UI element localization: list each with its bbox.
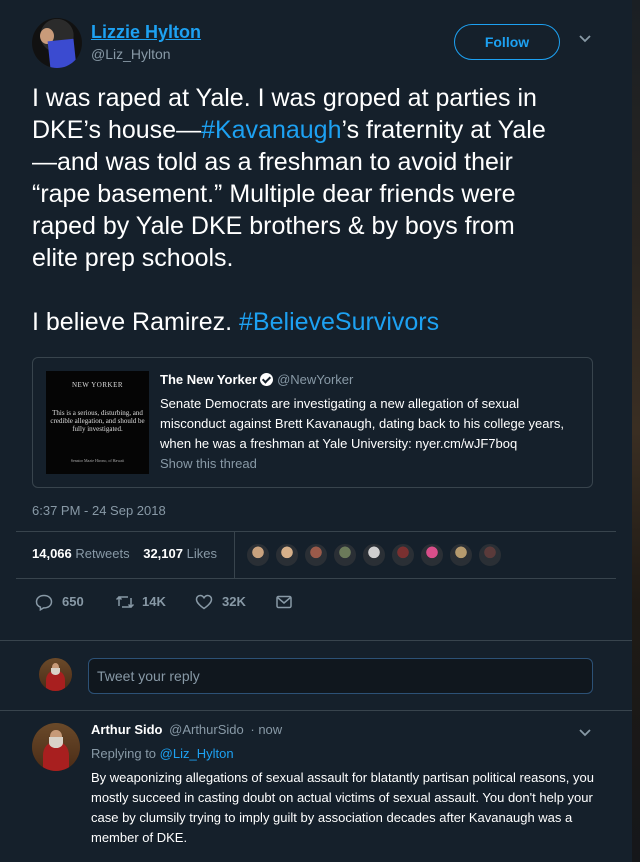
- avatar-book: [47, 38, 77, 68]
- thumb-brand: NEW YORKER: [71, 381, 124, 389]
- liker-avatar[interactable]: [391, 543, 415, 567]
- quoted-author: The New Yorker @NewYorker: [160, 372, 353, 387]
- liker-avatar[interactable]: [478, 543, 502, 567]
- tweet-stats: 14,066 Retweets 32,107 Likes: [32, 546, 217, 561]
- liker-avatar[interactable]: [333, 543, 357, 567]
- like-count: 32K: [222, 594, 246, 609]
- reply-author-handle[interactable]: @ArthurSido: [169, 722, 244, 737]
- envelope-icon: [276, 595, 292, 609]
- divider: [16, 578, 616, 579]
- replying-to-prefix: Replying to: [91, 746, 157, 761]
- show-thread-link[interactable]: Show this thread: [160, 456, 257, 471]
- quoted-tweet-image: NEW YORKER This is a serious, disturbing…: [46, 371, 149, 474]
- reply-author: Arthur Sido @ArthurSido · now: [91, 722, 282, 737]
- divider: [0, 710, 632, 711]
- liker-avatar[interactable]: [246, 543, 270, 567]
- tweet-text-segment: raped by Yale DKE brothers & by boys fro…: [32, 212, 515, 240]
- reply-body: By weaponizing allegations of sexual ass…: [91, 770, 594, 845]
- likes-label[interactable]: Likes: [187, 546, 217, 561]
- tweet-header: Lizzie Hylton @Liz_Hylton Follow: [32, 18, 602, 72]
- reply-input[interactable]: Tweet your reply: [88, 658, 593, 694]
- thumb-quote: This is a serious, disturbing, and credi…: [50, 409, 145, 433]
- tweet-text-line: —and was told as a freshman to avoid the…: [32, 146, 602, 178]
- heart-icon: [195, 594, 213, 610]
- tweet-text-segment: “rape basement.” Multiple dear friends w…: [32, 180, 516, 208]
- likes-count[interactable]: 32,107: [143, 546, 183, 561]
- chevron-down-icon[interactable]: [578, 32, 592, 46]
- verified-icon: [260, 373, 274, 386]
- tweet-text-line: elite prep schools.: [32, 242, 602, 274]
- background-photo-edge: [632, 0, 640, 862]
- replying-to-mention[interactable]: @Liz_Hylton: [160, 746, 234, 761]
- tweet-text-line: I was raped at Yale. I was groped at par…: [32, 82, 602, 114]
- author-avatar[interactable]: [32, 18, 82, 68]
- retweet-icon: [115, 595, 135, 609]
- tweet-card: Lizzie Hylton @Liz_Hylton Follow I was r…: [0, 0, 632, 862]
- tweet-text-line: “rape basement.” Multiple dear friends w…: [32, 178, 602, 210]
- liker-avatar[interactable]: [420, 543, 444, 567]
- reply-author-name[interactable]: Arthur Sido: [91, 722, 163, 737]
- hashtag-link[interactable]: #BelieveSurvivors: [239, 308, 439, 336]
- tweet-text-segment: DKE’s house—: [32, 116, 202, 144]
- thumb-source: Senator Mazie Hirono, of Hawaii: [70, 458, 125, 463]
- stats-separator: [234, 532, 235, 578]
- quoted-tweet[interactable]: NEW YORKER This is a serious, disturbing…: [32, 357, 593, 488]
- reply-icon: [35, 594, 53, 611]
- liker-avatar[interactable]: [304, 543, 328, 567]
- reply-count: 650: [62, 594, 84, 609]
- tweet-text-line: I believe Ramirez. #BelieveSurvivors: [32, 306, 602, 338]
- quoted-author-name: The New Yorker: [160, 372, 258, 387]
- liker-avatar[interactable]: [275, 543, 299, 567]
- author-name[interactable]: Lizzie Hylton: [91, 22, 201, 43]
- avatar-painting-beard: [49, 737, 63, 748]
- replying-to: Replying to @Liz_Hylton: [91, 746, 234, 761]
- quoted-body: Senate Democrats are investigating a new…: [160, 396, 564, 451]
- tweet-text-segment: I was raped at Yale. I was groped at par…: [32, 84, 537, 112]
- current-user-avatar[interactable]: [39, 658, 72, 691]
- liker-avatar[interactable]: [362, 543, 386, 567]
- tweet-text-segment: —and was told as a freshman to avoid the…: [32, 148, 513, 176]
- divider: [16, 531, 616, 532]
- tweet-text-segment: I believe Ramirez.: [32, 308, 240, 336]
- retweet-count: 14K: [142, 594, 166, 609]
- retweets-count[interactable]: 14,066: [32, 546, 72, 561]
- tweet-text: I was raped at Yale. I was groped at par…: [32, 82, 602, 338]
- reply-author-avatar[interactable]: [32, 723, 80, 771]
- tweet-text-line: DKE’s house—#Kavanaugh’s fraternity at Y…: [32, 114, 602, 146]
- tweet-text-segment: ’s fraternity at Yale: [341, 116, 546, 144]
- divider: [0, 640, 632, 641]
- retweets-label[interactable]: Retweets: [75, 546, 129, 561]
- reply-time[interactable]: · now: [250, 722, 282, 737]
- author-handle[interactable]: @Liz_Hylton: [91, 46, 171, 62]
- hashtag-link[interactable]: #Kavanaugh: [201, 116, 341, 144]
- tweet-text-line: [32, 274, 602, 306]
- liker-avatar[interactable]: [449, 543, 473, 567]
- quoted-author-handle: @NewYorker: [277, 372, 354, 387]
- chevron-down-icon[interactable]: [578, 726, 592, 740]
- tweet-timestamp[interactable]: 6:37 PM - 24 Sep 2018: [32, 503, 166, 518]
- tweet-text-segment: elite prep schools.: [32, 244, 234, 272]
- tweet-text-line: raped by Yale DKE brothers & by boys fro…: [32, 210, 602, 242]
- follow-button[interactable]: Follow: [454, 24, 560, 60]
